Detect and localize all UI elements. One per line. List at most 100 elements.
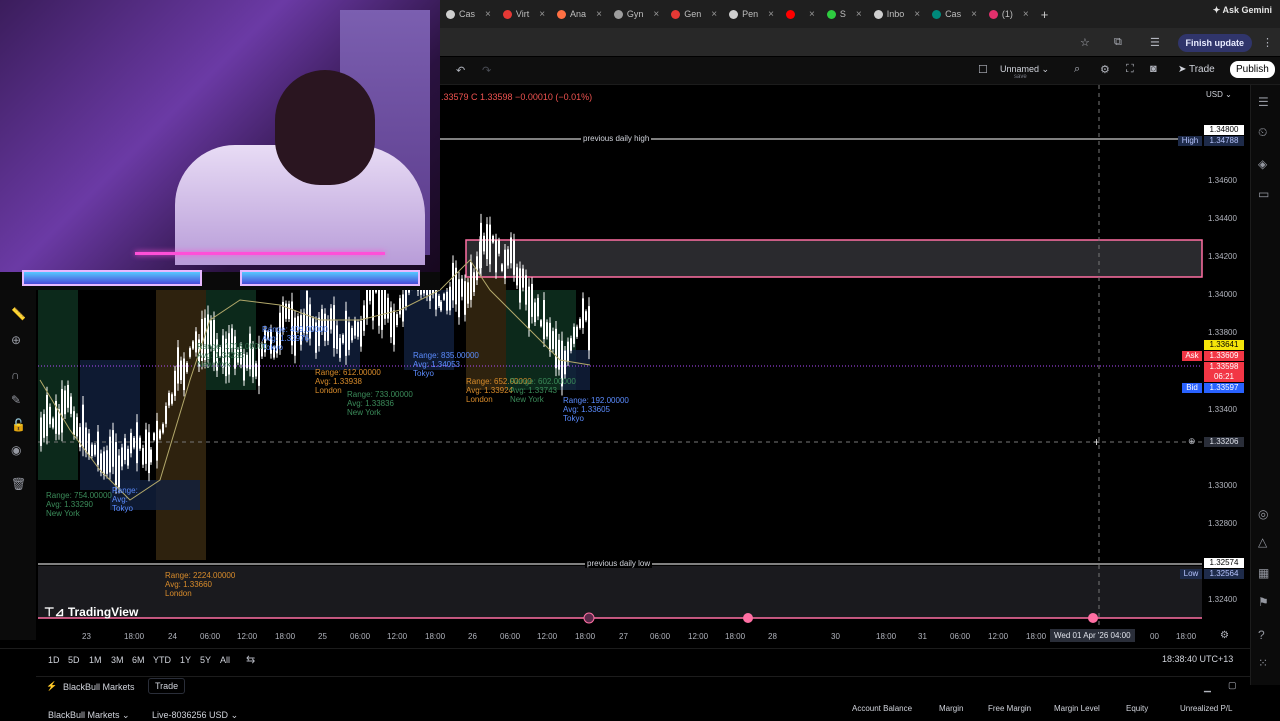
session-label: Range: Avg: Tokyo [112, 486, 138, 513]
layers-icon[interactable]: ◈ [1258, 157, 1267, 171]
settings-gear-icon[interactable]: ⚙ [1100, 63, 1110, 76]
redo-icon[interactable]: ↷ [482, 64, 491, 77]
watchlist-icon[interactable]: ☰ [1258, 95, 1269, 109]
tab-close-icon[interactable]: × [1023, 9, 1029, 20]
range-button-6m[interactable]: 6M [132, 655, 145, 665]
axis-settings-gear-icon[interactable]: ⚙ [1220, 630, 1229, 641]
extensions-icon[interactable]: ☰ [1150, 36, 1160, 49]
ruler-icon[interactable]: 📏 [11, 307, 26, 321]
browser-tab[interactable]: Gen × [665, 3, 723, 25]
browser-tab[interactable]: Inbo × [868, 3, 926, 25]
candle-body [443, 293, 445, 300]
new-tab-button[interactable]: + [1041, 7, 1049, 22]
session-range: Range: 409.00000 [262, 325, 328, 334]
time-axis-label: 18:00 [1026, 632, 1047, 641]
notifications-icon[interactable]: ⚑ [1258, 595, 1269, 609]
help-icon[interactable]: ? [1258, 628, 1265, 642]
currency-selector[interactable]: USD ⌄ [1206, 90, 1232, 99]
browser-tab[interactable]: Virt × [497, 3, 551, 25]
time-axis-label: 12:00 [537, 632, 558, 641]
add-alert-plus-icon[interactable]: ⊕ [1188, 436, 1196, 447]
clock[interactable]: 18:38:40 UTC+13 [1162, 654, 1233, 664]
lock-drawing-icon[interactable]: ✎ [11, 393, 21, 407]
eye-icon[interactable]: ◉ [11, 443, 21, 457]
candle-body [455, 267, 457, 305]
browser-tab[interactable]: × [780, 3, 821, 25]
tab-close-icon[interactable]: × [485, 9, 491, 20]
camera-icon[interactable]: ◙ [1150, 63, 1157, 75]
tab-close-icon[interactable]: × [768, 9, 774, 20]
session-avg: Avg: 1.33938 [315, 377, 363, 386]
range-button-1y[interactable]: 1Y [180, 655, 191, 665]
magnet-icon[interactable]: ∩ [11, 368, 20, 382]
finish-update-button[interactable]: Finish update [1177, 34, 1252, 52]
account-id-selector[interactable]: Live-8036256 USD ⌄ [152, 710, 238, 721]
candle-body [540, 320, 542, 327]
time-axis-label: 06:00 [650, 632, 671, 641]
minimize-icon[interactable]: ▁ [1204, 682, 1211, 693]
session-range: Range: 192.00000 [563, 396, 629, 405]
tab-close-icon[interactable]: × [596, 9, 602, 20]
tab-close-icon[interactable]: × [711, 9, 717, 20]
browser-tab[interactable]: S × [821, 3, 868, 25]
layout-icon[interactable]: ☐ [978, 63, 988, 76]
range-button-5y[interactable]: 5Y [200, 655, 211, 665]
candle-body [180, 360, 182, 381]
tab-favicon-icon [446, 9, 455, 19]
pine-icon[interactable]: △ [1258, 535, 1267, 549]
candle-body [88, 433, 90, 456]
browser-tab[interactable]: Cas × [926, 3, 983, 25]
ask-gemini-button[interactable]: ✦ Ask Gemini [1213, 5, 1272, 16]
range-button-3m[interactable]: 3M [111, 655, 124, 665]
candle-body [82, 404, 84, 448]
tab-close-icon[interactable]: × [971, 9, 977, 20]
range-button-1d[interactable]: 1D [48, 655, 60, 665]
browser-tab[interactable]: Ana × [551, 3, 608, 25]
fullscreen-icon[interactable]: ⛶ [1126, 63, 1134, 76]
account-name[interactable]: BlackBull Markets ⌄ [48, 710, 130, 721]
tab-close-icon[interactable]: × [539, 9, 545, 20]
bid-label: Bid [1182, 383, 1202, 393]
zoom-in-icon[interactable]: ⊕ [11, 333, 21, 347]
publish-button[interactable]: Publish [1230, 61, 1275, 78]
browser-tab[interactable]: (1) × [983, 3, 1035, 25]
undo-icon[interactable]: ↶ [456, 64, 465, 77]
browser-tab[interactable]: Cas × [440, 3, 497, 25]
tab-close-icon[interactable]: × [653, 9, 659, 20]
chat-icon[interactable]: ▭ [1258, 187, 1269, 201]
session-avg: Avg: 1.33976 [262, 334, 310, 343]
kebab-menu-icon[interactable]: ⋮ [1262, 36, 1273, 49]
session-label: Range: 1018.00000 Avg: 1.34235 New York [197, 342, 267, 369]
calendar-icon[interactable]: ▦ [1258, 566, 1269, 580]
candle-body [46, 394, 48, 437]
lock-icon[interactable]: 🔓 [11, 418, 26, 432]
tab-close-icon[interactable]: × [809, 9, 815, 20]
range-button-all[interactable]: All [220, 655, 230, 665]
session-label: Range: 754.00000 Avg: 1.33290 New York [46, 491, 112, 518]
tab-close-icon[interactable]: × [856, 9, 862, 20]
broker-trade-button[interactable]: Trade [148, 678, 186, 694]
tab-close-icon[interactable]: × [914, 9, 920, 20]
target-icon[interactable]: ◎ [1258, 507, 1268, 521]
session-avg: Avg: 1.33290 [46, 500, 94, 509]
broker-name[interactable]: BlackBull Markets [63, 682, 135, 692]
tab-favicon-icon [729, 9, 739, 19]
alerts-clock-icon[interactable]: ⏲ [1258, 125, 1267, 140]
browser-tab[interactable]: Pen × [723, 3, 780, 25]
trash-icon[interactable]: 🗑 [11, 477, 26, 491]
range-button-ytd[interactable]: YTD [153, 655, 171, 665]
range-button-1m[interactable]: 1M [89, 655, 102, 665]
screen-cast-icon[interactable]: ⧉ [1114, 36, 1122, 49]
maximize-icon[interactable]: ▢ [1228, 680, 1237, 691]
date-range-icon[interactable]: ⇆ [246, 653, 255, 666]
previous-daily-high-label: previous daily high [581, 134, 652, 143]
candle-body [384, 288, 386, 319]
search-icon[interactable]: ⌕ [1074, 63, 1080, 76]
range-button-5d[interactable]: 5D [68, 655, 80, 665]
candle-body [357, 322, 359, 337]
trade-button[interactable]: ➤ Trade [1178, 64, 1215, 75]
bookmark-star-icon[interactable]: ☆ [1080, 36, 1090, 49]
apps-grid-icon[interactable]: ⁙ [1258, 656, 1268, 670]
tab-label: Gyn [626, 9, 644, 19]
browser-tab[interactable]: Gyn × [608, 3, 665, 25]
